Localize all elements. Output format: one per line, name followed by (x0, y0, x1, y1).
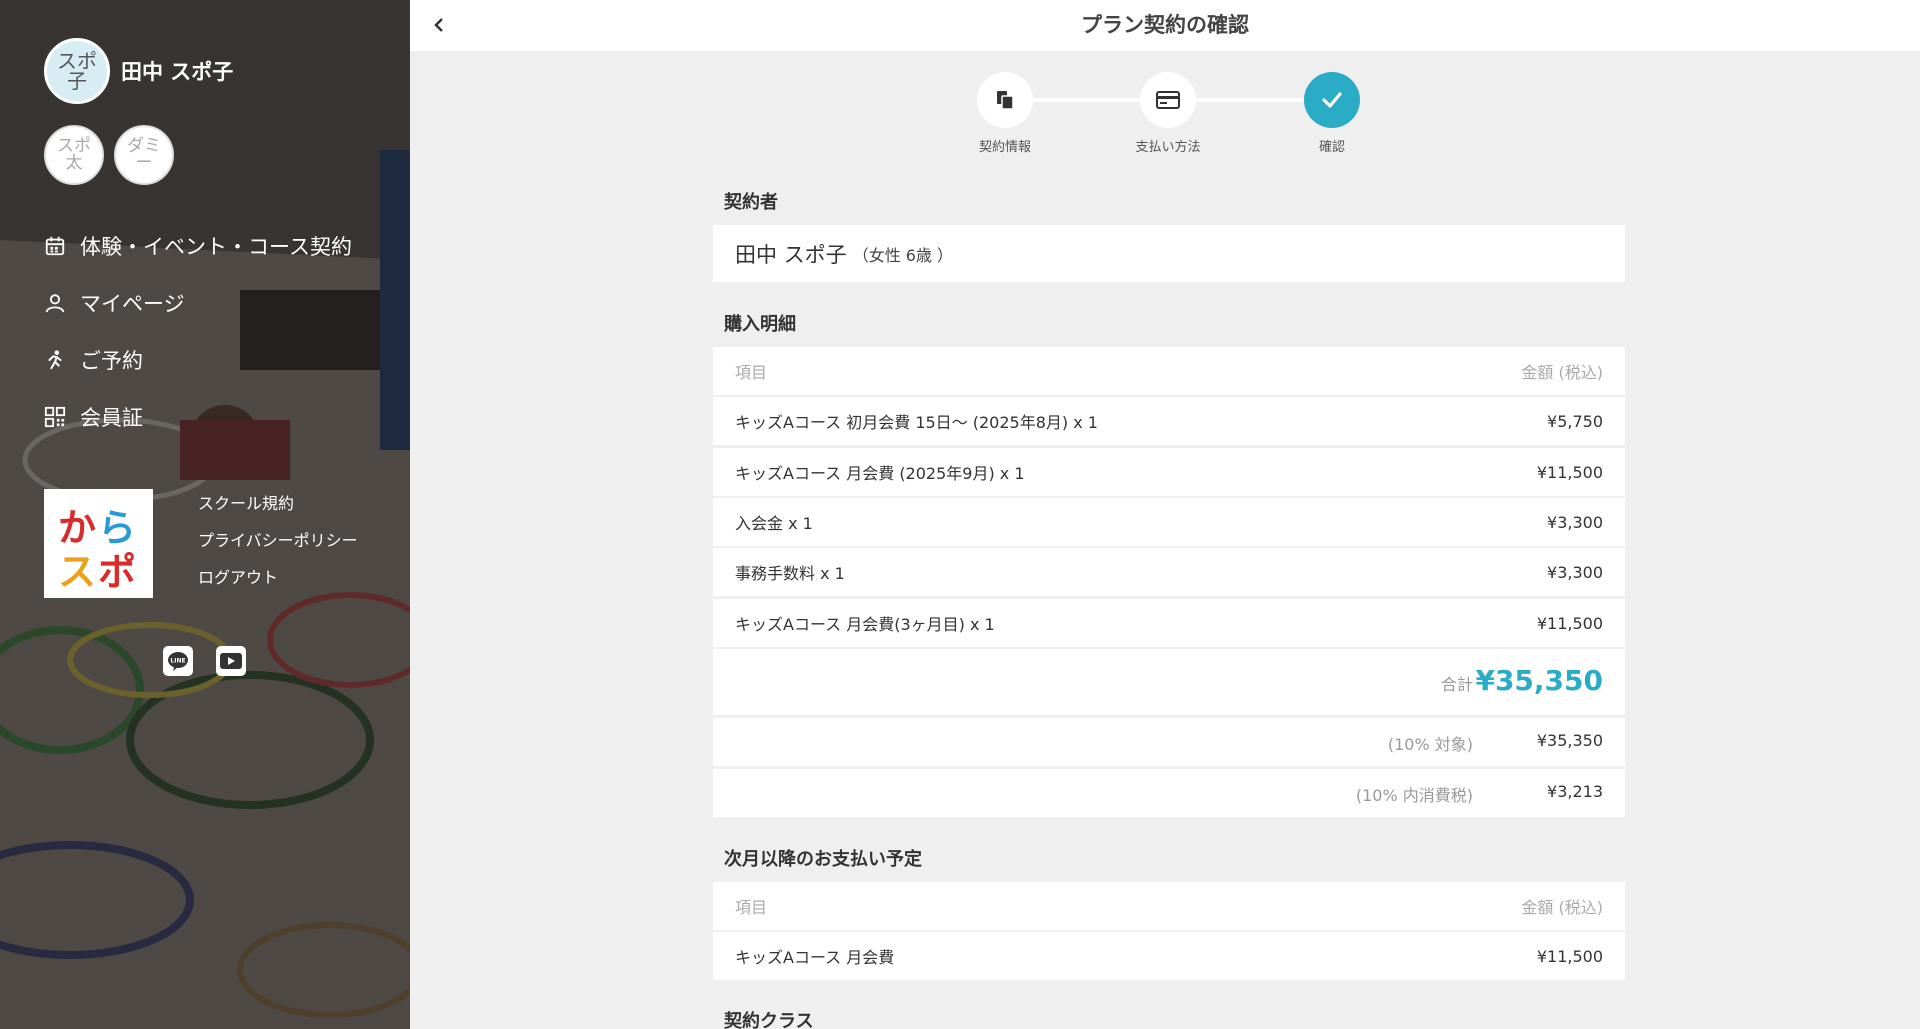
tax-value: ¥35,350 (1536, 731, 1603, 750)
row-item: キッズAコース 月会費 (2025年9月) x 1 (735, 464, 1025, 483)
nav-reservation[interactable]: ご予約 (44, 345, 143, 375)
step-confirmation (1304, 72, 1360, 128)
row-item: キッズAコース 初月会費 15日〜 (2025年8月) x 1 (735, 413, 1098, 432)
runner-icon (48, 350, 62, 370)
member-avatar-2[interactable]: ダミー (114, 125, 174, 185)
section-title-contract-class: 契約クラス (724, 1011, 814, 1029)
user-icon (45, 294, 65, 313)
step-payment-method (1140, 72, 1196, 128)
member-avatar-text: スポ太 (57, 136, 91, 173)
calendar-icon (45, 236, 65, 256)
column-header-amount: 金額 (税込) (1521, 898, 1603, 917)
qr-icon (44, 406, 66, 428)
total-row: 合計 ¥35,350 (713, 649, 1625, 715)
table-row: キッズAコース 初月会費 15日〜 (2025年8月) x 1 ¥5,750 (713, 397, 1625, 445)
step-label: 確認 (1318, 140, 1345, 155)
link-school-terms[interactable]: スクール規約 (198, 490, 294, 514)
nav-mypage[interactable]: マイページ (44, 288, 185, 318)
row-item: 事務手数料 x 1 (735, 564, 845, 583)
user-avatar-text: スポ子 (57, 49, 97, 93)
nav-course-contract[interactable]: 体験・イベント・コース契約 (44, 231, 352, 261)
nav-label: 会員証 (80, 406, 143, 430)
tax-label: (10% 内消費税) (1355, 786, 1473, 805)
svg-text:か: か (58, 506, 96, 550)
table-row: 入会金 x 1 ¥3,300 (713, 498, 1625, 546)
svg-text:ポ: ポ (98, 550, 136, 594)
link-logout[interactable]: ログアウト (198, 564, 278, 588)
link-privacy-policy[interactable]: プライバシーポリシー (198, 527, 358, 551)
section-title-contractor: 契約者 (724, 192, 778, 213)
row-amount: ¥11,500 (1536, 946, 1603, 966)
sidebar: スポ子 田中 スポ子 スポ太 ダミー 体験・イベント・コース契約 マイページ ご… (0, 0, 410, 1029)
svg-text:ス: ス (58, 550, 96, 594)
step-contract-info (977, 72, 1033, 128)
tax-value: ¥3,213 (1547, 782, 1603, 801)
tax-row: (10% 内消費税) ¥3,213 (713, 769, 1625, 817)
step-label: 契約情報 (978, 140, 1031, 155)
row-amount: ¥5,750 (1547, 411, 1603, 431)
line-icon[interactable]: LINE (163, 646, 193, 676)
column-header-item: 項目 (735, 898, 768, 917)
tax-row: (10% 対象) ¥35,350 (713, 718, 1625, 766)
purchase-table-header: 項目 金額 (税込) (713, 347, 1625, 395)
credit-card-icon (1156, 91, 1180, 109)
row-amount: ¥11,500 (1536, 613, 1603, 633)
column-header-amount: 金額 (税込) (1521, 363, 1603, 382)
user-name: 田中 スポ子 (121, 60, 234, 84)
table-row: キッズAコース 月会費 (2025年9月) x 1 ¥11,500 (713, 448, 1625, 496)
top-header: プラン契約の確認 (410, 0, 1920, 51)
section-title-future-payments: 次月以降のお支払い予定 (724, 849, 922, 870)
brand-logo-image: か ら ス ポ (58, 506, 136, 594)
table-row: キッズAコース 月会費(3ヶ月目) x 1 ¥11,500 (713, 599, 1625, 647)
table-row: キッズAコース 月会費 ¥11,500 (713, 932, 1625, 980)
contractor-card: 田中 スポ子 （女性 6歳 ） (713, 225, 1625, 282)
nav-label: ご予約 (80, 349, 143, 373)
row-item: キッズAコース 月会費(3ヶ月目) x 1 (735, 615, 995, 634)
total-value: ¥35,350 (1475, 664, 1603, 697)
step-label: 支払い方法 (1135, 140, 1201, 155)
youtube-icon[interactable] (216, 646, 246, 676)
row-item: キッズAコース 月会費 (735, 948, 895, 967)
tax-label: (10% 対象) (1387, 735, 1473, 754)
row-item: 入会金 x 1 (735, 514, 813, 533)
row-amount: ¥3,300 (1547, 562, 1603, 582)
member-avatar-text: ダミー (127, 136, 161, 173)
user-avatar[interactable]: スポ子 (44, 38, 110, 104)
nav-label: マイページ (80, 292, 185, 316)
contractor-meta: （女性 6歳 ） (852, 245, 954, 265)
row-amount: ¥11,500 (1536, 462, 1603, 482)
row-amount: ¥3,300 (1547, 512, 1603, 532)
contractor-name: 田中 スポ子 (735, 242, 847, 267)
future-table-header: 項目 金額 (税込) (713, 882, 1625, 930)
document-icon (997, 91, 1014, 110)
section-title-purchase: 購入明細 (724, 314, 796, 335)
column-header-item: 項目 (735, 363, 768, 382)
svg-text:ら: ら (98, 506, 136, 550)
nav-membership-card[interactable]: 会員証 (44, 402, 143, 432)
table-row: 事務手数料 x 1 ¥3,300 (713, 548, 1625, 596)
page-title: プラン契約の確認 (1081, 13, 1249, 37)
check-icon (1322, 92, 1342, 108)
member-avatar-1[interactable]: スポ太 (44, 125, 104, 185)
svg-text:LINE: LINE (170, 658, 185, 665)
brand-logo[interactable]: か ら ス ポ (44, 489, 153, 598)
nav-label: 体験・イベント・コース契約 (80, 235, 352, 259)
total-label: 合計 (1440, 675, 1473, 694)
